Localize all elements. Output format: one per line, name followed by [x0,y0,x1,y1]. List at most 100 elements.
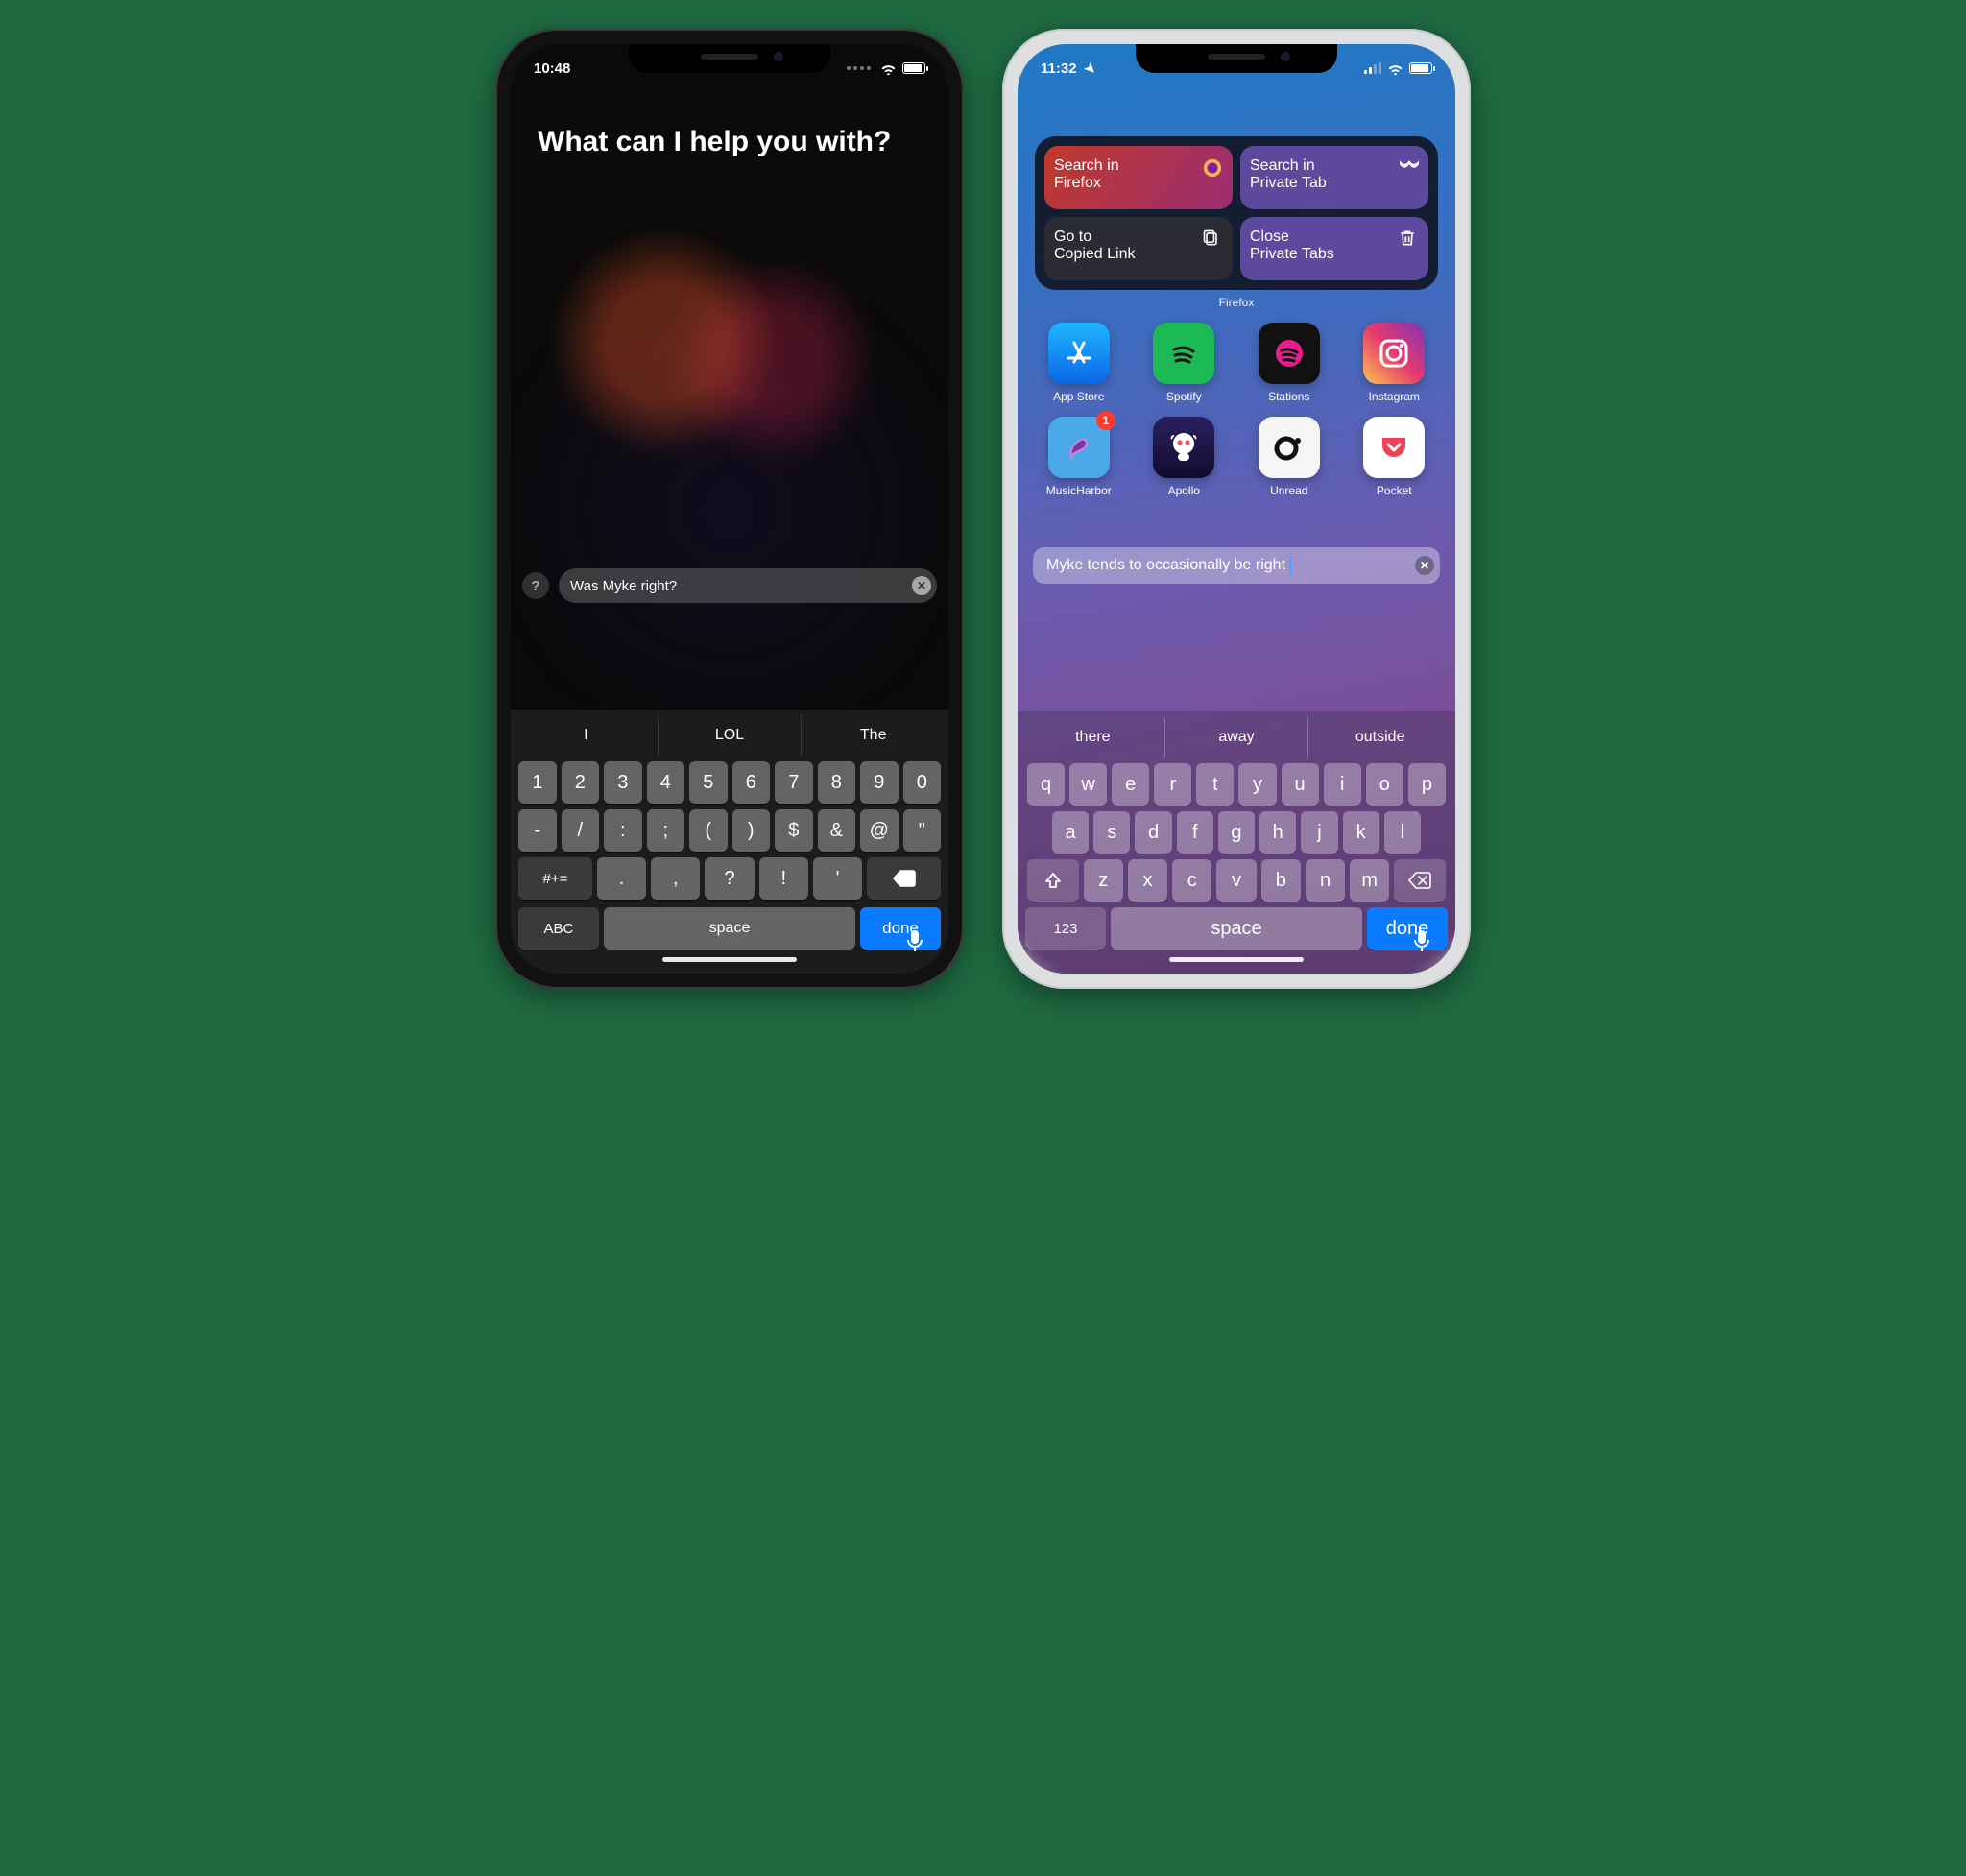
key-backspace[interactable] [867,857,941,900]
key[interactable]: j [1301,811,1337,854]
key[interactable]: ; [647,809,685,852]
key[interactable]: ? [705,857,754,900]
key[interactable]: @ [860,809,899,852]
key[interactable]: b [1261,859,1301,902]
key[interactable]: 7 [775,761,813,804]
key[interactable]: z [1084,859,1123,902]
key[interactable]: 2 [562,761,600,804]
app-label: Pocket [1377,484,1412,497]
siri-help-button[interactable]: ? [522,572,549,599]
key[interactable]: s [1093,811,1130,854]
key[interactable]: k [1343,811,1379,854]
suggestion[interactable]: there [1021,717,1164,758]
key[interactable]: f [1177,811,1213,854]
trash-icon [1398,228,1419,250]
clear-input-button[interactable]: ✕ [1415,556,1434,575]
app-spotify[interactable]: Spotify [1139,323,1229,403]
key[interactable]: ! [759,857,808,900]
siri-text-input[interactable]: Was Myke right? ✕ [559,568,937,603]
key[interactable]: e [1112,763,1149,806]
key[interactable]: : [604,809,642,852]
wifi-icon [880,62,897,75]
key-abc[interactable]: ABC [518,907,599,950]
key-space[interactable]: space [1111,907,1362,950]
key[interactable]: v [1216,859,1256,902]
app-label: Spotify [1166,390,1202,403]
key[interactable]: 6 [732,761,771,804]
key[interactable]: 5 [689,761,728,804]
key[interactable]: i [1324,763,1361,806]
spotlight-input[interactable]: Myke tends to occasionally be right ✕ [1033,547,1440,584]
text-caret [1289,556,1291,575]
key[interactable]: 8 [818,761,856,804]
key[interactable]: u [1282,763,1319,806]
key-backspace[interactable] [1394,859,1446,902]
key[interactable]: m [1350,859,1389,902]
app-app-store[interactable]: App Store [1034,323,1124,403]
app-label: Apollo [1168,484,1200,497]
key[interactable]: " [903,809,942,852]
key[interactable]: o [1366,763,1403,806]
key[interactable]: , [651,857,700,900]
app-musicharbor[interactable]: 1 MusicHarbor [1034,417,1124,497]
key-space[interactable]: space [604,907,855,950]
dictation-icon[interactable] [1413,930,1430,958]
widget-tile-private-search[interactable]: Search inPrivate Tab [1240,146,1428,209]
copy-icon [1202,228,1223,250]
pocket-icon [1363,417,1425,478]
key[interactable]: 0 [903,761,942,804]
app-apollo[interactable]: Apollo [1139,417,1229,497]
home-indicator[interactable] [662,957,797,962]
key[interactable]: t [1196,763,1234,806]
widget-tile-close-private[interactable]: ClosePrivate Tabs [1240,217,1428,280]
app-stations[interactable]: Stations [1244,323,1334,403]
key[interactable]: y [1238,763,1276,806]
key-123[interactable]: 123 [1025,907,1106,950]
key[interactable]: n [1306,859,1345,902]
suggestion[interactable]: LOL [658,715,802,756]
dictation-icon[interactable] [906,930,923,958]
key[interactable]: g [1218,811,1255,854]
key-done[interactable]: done [1367,907,1448,950]
key[interactable]: c [1172,859,1211,902]
app-grid: App Store Spotify Stations Instagram [1031,323,1442,497]
key[interactable]: p [1408,763,1446,806]
key-done[interactable]: done [860,907,941,950]
key[interactable]: 3 [604,761,642,804]
widget-tile-search-firefox[interactable]: Search inFirefox [1044,146,1233,209]
key[interactable]: ' [813,857,862,900]
key[interactable]: / [562,809,600,852]
key[interactable]: & [818,809,856,852]
suggestion[interactable]: outside [1307,717,1451,758]
key[interactable]: 4 [647,761,685,804]
screen-home: 11:32 ➤ Search inFirefox Search inPrivat… [1018,44,1455,974]
clear-input-button[interactable]: ✕ [912,576,931,595]
app-instagram[interactable]: Instagram [1349,323,1439,403]
app-pocket[interactable]: Pocket [1349,417,1439,497]
key[interactable]: h [1259,811,1296,854]
key[interactable]: l [1384,811,1421,854]
key[interactable]: ) [732,809,771,852]
key[interactable]: d [1135,811,1171,854]
key-shift[interactable] [1027,859,1079,902]
suggestion[interactable]: The [801,715,945,756]
key[interactable]: 9 [860,761,899,804]
key[interactable]: ( [689,809,728,852]
widget-tile-copied-link[interactable]: Go toCopied Link [1044,217,1233,280]
key[interactable]: . [597,857,646,900]
key[interactable]: $ [775,809,813,852]
suggestion[interactable]: I [515,715,658,756]
key[interactable]: r [1154,763,1191,806]
key[interactable]: - [518,809,557,852]
key[interactable]: w [1069,763,1107,806]
app-unread[interactable]: Unread [1244,417,1334,497]
key[interactable]: a [1052,811,1089,854]
status-icons [1364,62,1432,75]
key[interactable]: 1 [518,761,557,804]
spotlight-row: Myke tends to occasionally be right ✕ [1033,547,1440,584]
key[interactable]: q [1027,763,1065,806]
key[interactable]: x [1128,859,1167,902]
home-indicator[interactable] [1169,957,1304,962]
key-symbols[interactable]: #+= [518,857,592,900]
suggestion[interactable]: away [1164,717,1308,758]
